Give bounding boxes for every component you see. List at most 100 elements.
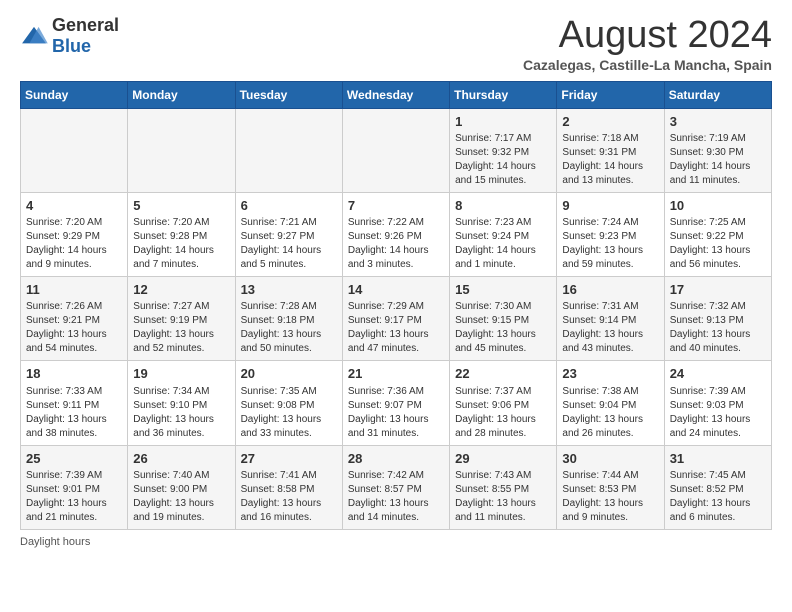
calendar-cell: 4Sunrise: 7:20 AM Sunset: 9:29 PM Daylig…: [21, 192, 128, 276]
calendar-table: SundayMondayTuesdayWednesdayThursdayFrid…: [20, 81, 772, 530]
calendar-cell: 25Sunrise: 7:39 AM Sunset: 9:01 PM Dayli…: [21, 445, 128, 529]
day-number: 1: [455, 113, 551, 131]
calendar-cell: 11Sunrise: 7:26 AM Sunset: 9:21 PM Dayli…: [21, 277, 128, 361]
week-row-4: 25Sunrise: 7:39 AM Sunset: 9:01 PM Dayli…: [21, 445, 772, 529]
day-info: Sunrise: 7:36 AM Sunset: 9:07 PM Dayligh…: [348, 385, 444, 441]
day-number: 18: [26, 365, 122, 383]
day-number: 11: [26, 281, 122, 299]
calendar-cell: 30Sunrise: 7:44 AM Sunset: 8:53 PM Dayli…: [557, 445, 664, 529]
calendar-cell: 3Sunrise: 7:19 AM Sunset: 9:30 PM Daylig…: [664, 108, 771, 192]
day-number: 26: [133, 450, 229, 468]
day-number: 29: [455, 450, 551, 468]
day-number: 5: [133, 197, 229, 215]
calendar-cell: 26Sunrise: 7:40 AM Sunset: 9:00 PM Dayli…: [128, 445, 235, 529]
calendar-cell: 22 Sunrise: 7:37 AM Sunset: 9:06 PM Dayli…: [450, 361, 557, 445]
header-friday: Friday: [557, 81, 664, 108]
calendar-cell: 7Sunrise: 7:22 AM Sunset: 9:26 PM Daylig…: [342, 192, 449, 276]
header-monday: Monday: [128, 81, 235, 108]
calendar-cell: 19Sunrise: 7:34 AM Sunset: 9:10 PM Dayli…: [128, 361, 235, 445]
day-info: Sunrise: 7:32 AM Sunset: 9:13 PM Dayligh…: [670, 300, 766, 356]
calendar-cell: 18 Sunrise: 7:33 AM Sunset: 9:11 PM Dayli…: [21, 361, 128, 445]
day-number: 14: [348, 281, 444, 299]
calendar-cell: 2Sunrise: 7:18 AM Sunset: 9:31 PM Daylig…: [557, 108, 664, 192]
day-number: 30: [562, 450, 658, 468]
calendar-body: 1Sunrise: 7:17 AM Sunset: 9:32 PM Daylig…: [21, 108, 772, 529]
week-row-0: 1Sunrise: 7:17 AM Sunset: 9:32 PM Daylig…: [21, 108, 772, 192]
day-number: 10: [670, 197, 766, 215]
day-info: Sunrise: 7:20 AM Sunset: 9:29 PM Dayligh…: [26, 216, 122, 272]
header-saturday: Saturday: [664, 81, 771, 108]
calendar-cell: 27Sunrise: 7:41 AM Sunset: 8:58 PM Dayli…: [235, 445, 342, 529]
calendar-cell: 28Sunrise: 7:42 AM Sunset: 8:57 PM Dayli…: [342, 445, 449, 529]
calendar-header: SundayMondayTuesdayWednesdayThursdayFrid…: [21, 81, 772, 108]
calendar-cell: 6Sunrise: 7:21 AM Sunset: 9:27 PM Daylig…: [235, 192, 342, 276]
week-row-1: 4Sunrise: 7:20 AM Sunset: 9:29 PM Daylig…: [21, 192, 772, 276]
calendar-cell: 23Sunrise: 7:38 AM Sunset: 9:04 PM Dayli…: [557, 361, 664, 445]
footer-note: Daylight hours: [20, 536, 772, 548]
day-info: Sunrise: 7:41 AM Sunset: 8:58 PM Dayligh…: [241, 469, 337, 525]
day-info: Sunrise: 7:26 AM Sunset: 9:21 PM Dayligh…: [26, 300, 122, 356]
day-info: Sunrise: 7:17 AM Sunset: 9:32 PM Dayligh…: [455, 132, 551, 188]
logo: General Blue: [20, 15, 119, 57]
day-info: Sunrise: 7:38 AM Sunset: 9:04 PM Dayligh…: [562, 385, 658, 441]
day-info: Sunrise: 7:45 AM Sunset: 8:52 PM Dayligh…: [670, 469, 766, 525]
day-info: Sunrise: 7:33 AM Sunset: 9:11 PM Dayligh…: [26, 385, 122, 441]
calendar-cell: 29Sunrise: 7:43 AM Sunset: 8:55 PM Dayli…: [450, 445, 557, 529]
day-info: Sunrise: 7:39 AM Sunset: 9:03 PM Dayligh…: [670, 385, 766, 441]
calendar-cell: 8Sunrise: 7:23 AM Sunset: 9:24 PM Daylig…: [450, 192, 557, 276]
day-number: 2: [562, 113, 658, 131]
day-info: Sunrise: 7:22 AM Sunset: 9:26 PM Dayligh…: [348, 216, 444, 272]
day-info: Sunrise: 7:25 AM Sunset: 9:22 PM Dayligh…: [670, 216, 766, 272]
day-info: Sunrise: 7:31 AM Sunset: 9:14 PM Dayligh…: [562, 300, 658, 356]
day-info: Sunrise: 7:28 AM Sunset: 9:18 PM Dayligh…: [241, 300, 337, 356]
day-info: Sunrise: 7:43 AM Sunset: 8:55 PM Dayligh…: [455, 469, 551, 525]
day-info: Sunrise: 7:24 AM Sunset: 9:23 PM Dayligh…: [562, 216, 658, 272]
calendar-cell: 31Sunrise: 7:45 AM Sunset: 8:52 PM Dayli…: [664, 445, 771, 529]
calendar-cell: [342, 108, 449, 192]
day-info: Sunrise: 7:19 AM Sunset: 9:30 PM Dayligh…: [670, 132, 766, 188]
title-area: August 2024 Cazalegas, Castille-La Manch…: [523, 15, 772, 73]
day-info: Sunrise: 7:39 AM Sunset: 9:01 PM Dayligh…: [26, 469, 122, 525]
daylight-label: Daylight hours: [20, 536, 90, 548]
day-number: 12: [133, 281, 229, 299]
calendar-cell: 24 Sunrise: 7:39 AM Sunset: 9:03 PM Dayli…: [664, 361, 771, 445]
day-info: Sunrise: 7:23 AM Sunset: 9:24 PM Dayligh…: [455, 216, 551, 272]
day-number: 25: [26, 450, 122, 468]
day-number: 20: [241, 365, 337, 383]
day-info: Sunrise: 7:35 AM Sunset: 9:08 PM Dayligh…: [241, 385, 337, 441]
location-subtitle: Cazalegas, Castille-La Mancha, Spain: [523, 57, 772, 73]
day-number: 27: [241, 450, 337, 468]
header-row: SundayMondayTuesdayWednesdayThursdayFrid…: [21, 81, 772, 108]
calendar-cell: [21, 108, 128, 192]
calendar-cell: 16Sunrise: 7:31 AM Sunset: 9:14 PM Dayli…: [557, 277, 664, 361]
day-info: Sunrise: 7:30 AM Sunset: 9:15 PM Dayligh…: [455, 300, 551, 356]
header-sunday: Sunday: [21, 81, 128, 108]
calendar-cell: 12Sunrise: 7:27 AM Sunset: 9:19 PM Dayli…: [128, 277, 235, 361]
day-number: 9: [562, 197, 658, 215]
day-info: Sunrise: 7:42 AM Sunset: 8:57 PM Dayligh…: [348, 469, 444, 525]
header-thursday: Thursday: [450, 81, 557, 108]
header-tuesday: Tuesday: [235, 81, 342, 108]
day-number: 15: [455, 281, 551, 299]
day-info: Sunrise: 7:34 AM Sunset: 9:10 PM Dayligh…: [133, 385, 229, 441]
day-number: 31: [670, 450, 766, 468]
day-info: Sunrise: 7:20 AM Sunset: 9:28 PM Dayligh…: [133, 216, 229, 272]
day-number: 22: [455, 365, 551, 383]
day-number: 8: [455, 197, 551, 215]
calendar-cell: 13Sunrise: 7:28 AM Sunset: 9:18 PM Dayli…: [235, 277, 342, 361]
day-info: Sunrise: 7:21 AM Sunset: 9:27 PM Dayligh…: [241, 216, 337, 272]
calendar-cell: 21Sunrise: 7:36 AM Sunset: 9:07 PM Dayli…: [342, 361, 449, 445]
day-number: 6: [241, 197, 337, 215]
calendar-cell: 1Sunrise: 7:17 AM Sunset: 9:32 PM Daylig…: [450, 108, 557, 192]
day-info: Sunrise: 7:27 AM Sunset: 9:19 PM Dayligh…: [133, 300, 229, 356]
day-number: 24: [670, 365, 766, 383]
logo-blue: Blue: [52, 36, 91, 56]
day-info: Sunrise: 7:37 AM Sunset: 9:06 PM Dayligh…: [455, 385, 551, 441]
header-wednesday: Wednesday: [342, 81, 449, 108]
calendar-cell: 9Sunrise: 7:24 AM Sunset: 9:23 PM Daylig…: [557, 192, 664, 276]
day-info: Sunrise: 7:40 AM Sunset: 9:00 PM Dayligh…: [133, 469, 229, 525]
day-number: 16: [562, 281, 658, 299]
logo-general: General: [52, 15, 119, 35]
day-number: 13: [241, 281, 337, 299]
day-number: 7: [348, 197, 444, 215]
